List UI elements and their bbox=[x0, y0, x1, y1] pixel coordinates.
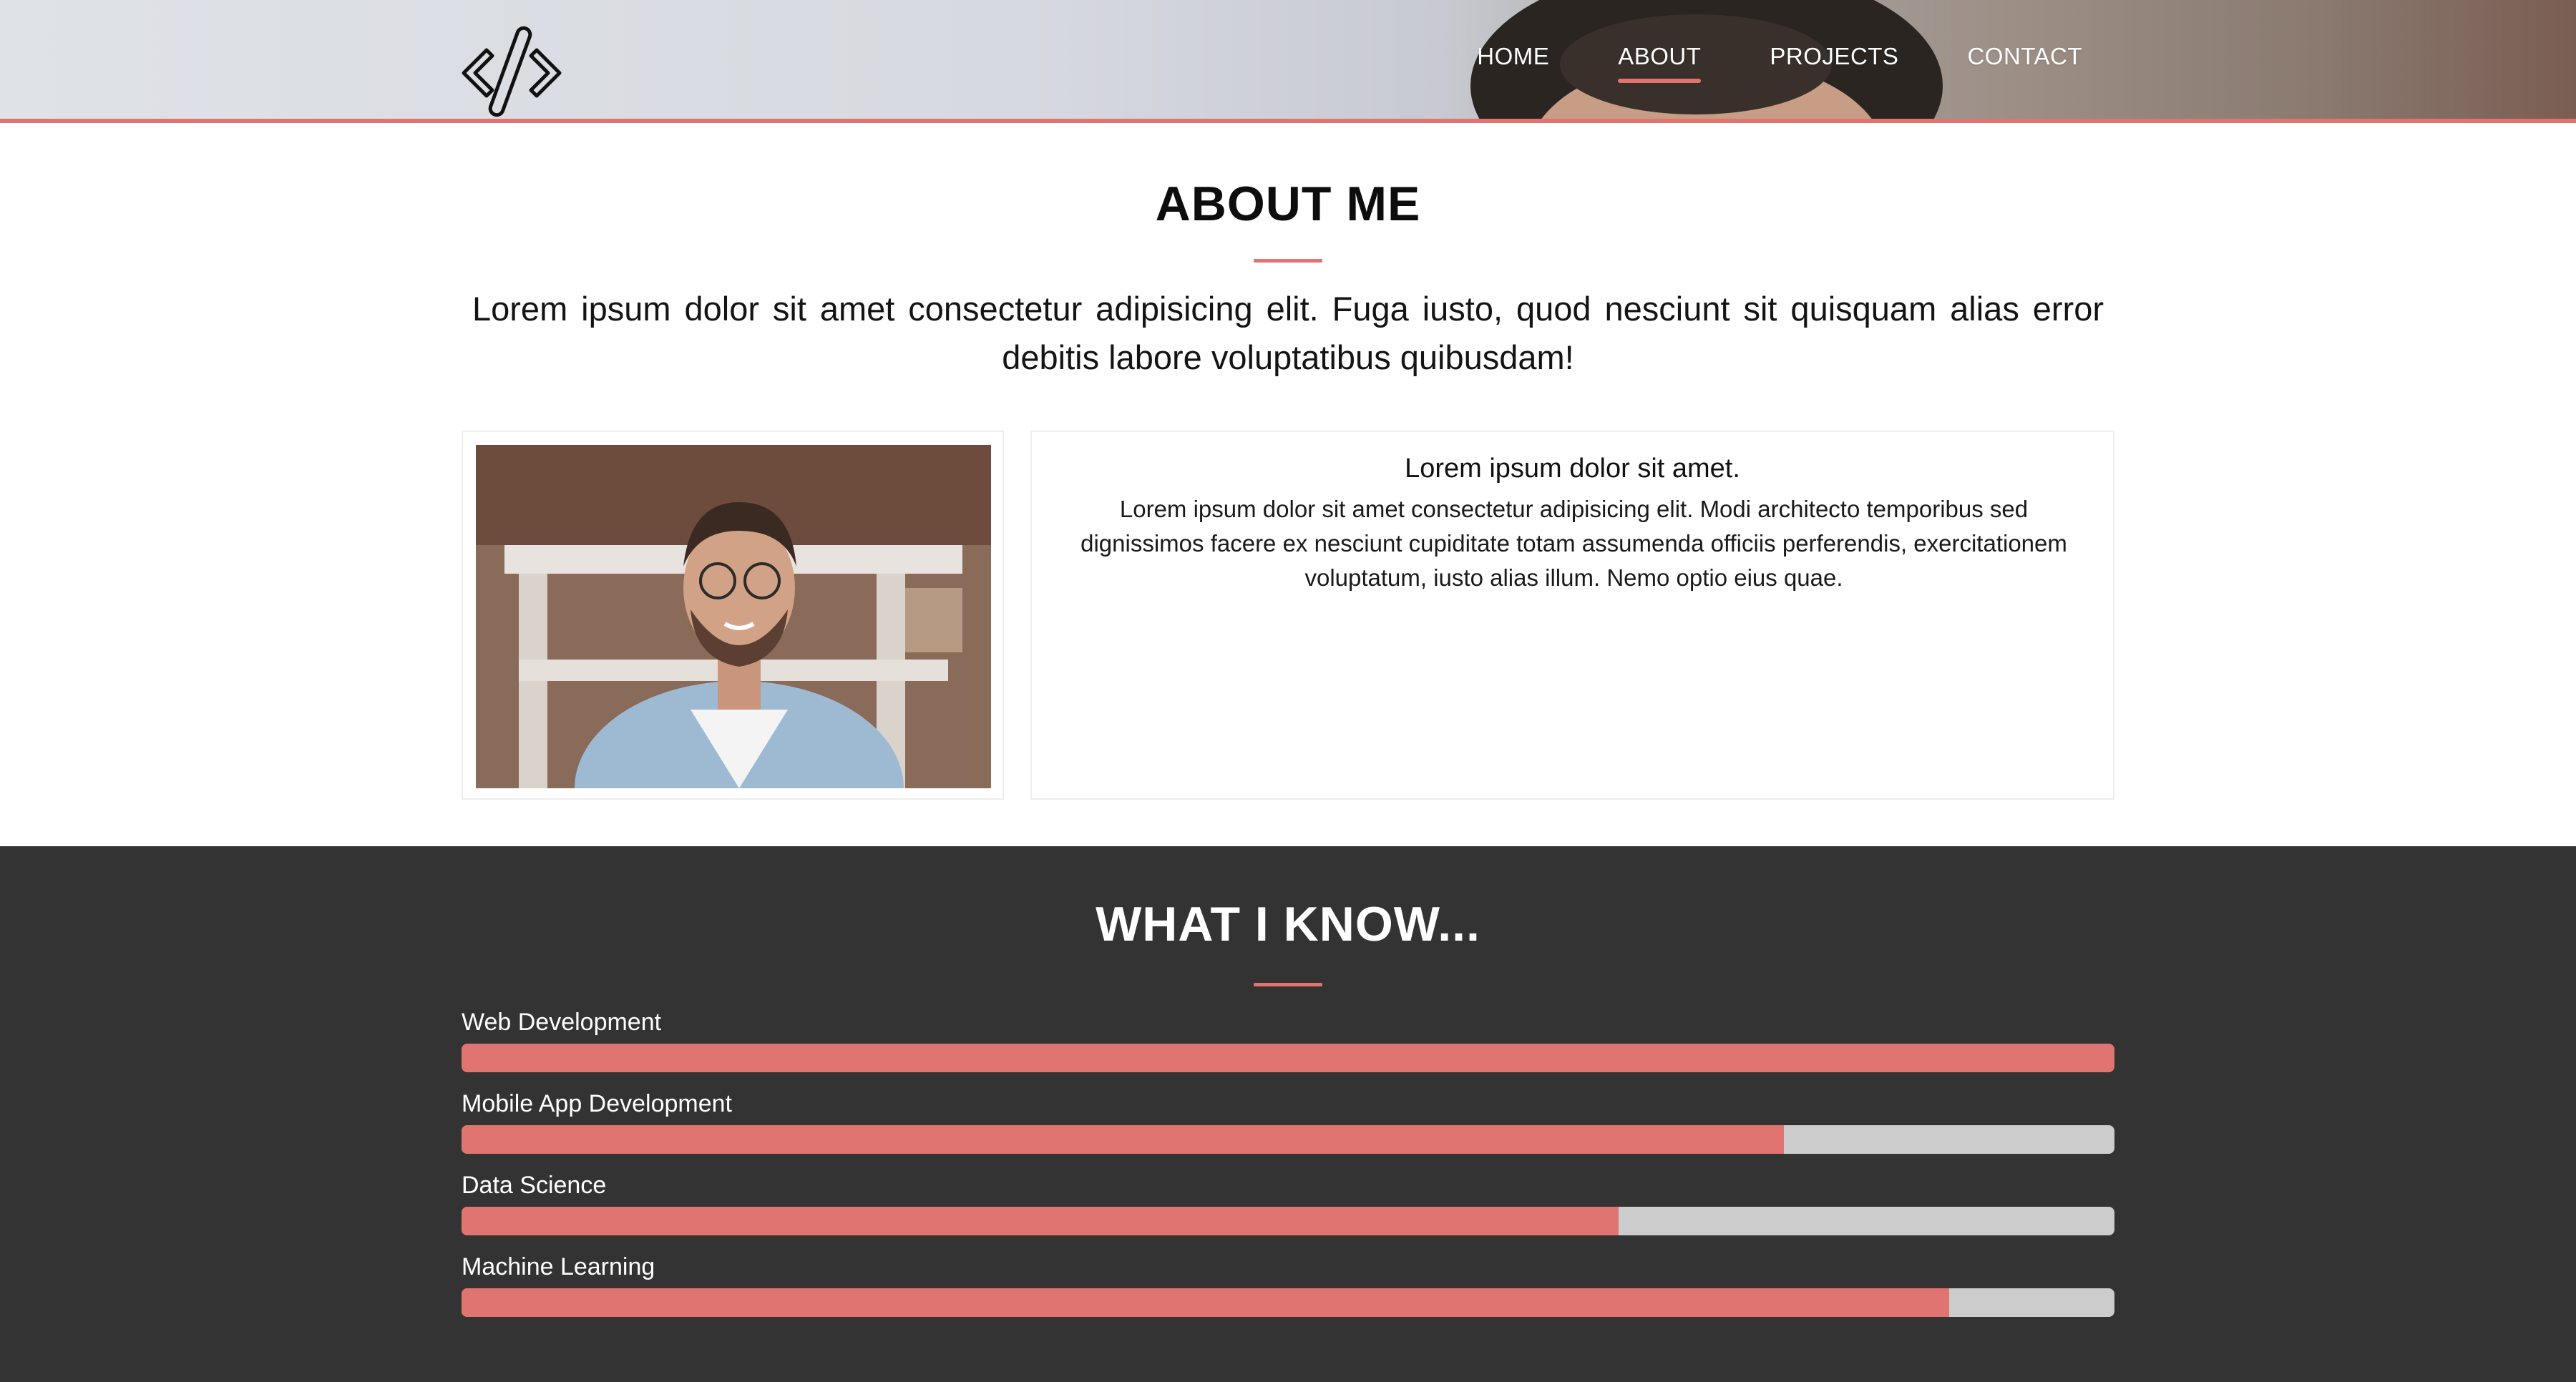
profile-photo bbox=[476, 445, 991, 788]
nav-about-link[interactable]: ABOUT bbox=[1618, 43, 1702, 83]
code-brackets-icon[interactable] bbox=[458, 21, 565, 122]
skills-title: WHAT I KNOW... bbox=[1096, 897, 1480, 951]
skill-progress-fill bbox=[462, 1125, 1784, 1154]
nav-home-link[interactable]: HOME bbox=[1477, 43, 1549, 70]
card-title: Lorem ipsum dolor sit amet. bbox=[1405, 454, 1740, 484]
profile-photo-card bbox=[462, 431, 1004, 800]
skill-mobile-app-development: Mobile App Development bbox=[462, 1089, 2114, 1154]
skill-data-science: Data Science bbox=[462, 1171, 2114, 1235]
skill-progress-track bbox=[462, 1125, 2114, 1154]
nav-contact-link[interactable]: CONTACT bbox=[1967, 43, 2082, 70]
about-text-card: Lorem ipsum dolor sit amet. Lorem ipsum … bbox=[1030, 431, 2114, 800]
skill-label: Web Development bbox=[462, 1009, 662, 1036]
card-body-text: Lorem ipsum dolor sit amet consectetur a… bbox=[1080, 496, 2067, 591]
about-title: ABOUT ME bbox=[1155, 177, 1421, 231]
skills-title-underline bbox=[1254, 983, 1322, 986]
nav-projects-link[interactable]: PROJECTS bbox=[1770, 43, 1898, 70]
skill-progress-track bbox=[462, 1207, 2114, 1235]
about-section: ABOUT ME Lorem ipsum dolor sit amet cons… bbox=[0, 127, 2576, 846]
site-header: HOME ABOUT PROJECTS CONTACT bbox=[0, 0, 2576, 123]
skill-label: Data Science bbox=[462, 1172, 607, 1199]
skill-progress-fill bbox=[462, 1044, 2114, 1072]
main-nav: HOME ABOUT PROJECTS CONTACT bbox=[1477, 43, 2082, 83]
skill-label: Machine Learning bbox=[462, 1253, 655, 1280]
skill-progress-fill bbox=[462, 1288, 1949, 1317]
skill-web-development: Web Development bbox=[462, 1008, 2114, 1072]
skill-progress-track bbox=[462, 1288, 2114, 1317]
skill-machine-learning: Machine Learning bbox=[462, 1253, 2114, 1317]
about-title-underline bbox=[1254, 259, 1322, 263]
about-intro-text: Lorem ipsum dolor sit amet consectetur a… bbox=[472, 290, 2104, 376]
skill-label: Mobile App Development bbox=[462, 1090, 733, 1117]
skills-section: WHAT I KNOW... Web Development Mobile Ap… bbox=[0, 846, 2576, 1382]
skill-progress-fill bbox=[462, 1207, 1619, 1235]
skill-progress-track bbox=[462, 1044, 2114, 1072]
